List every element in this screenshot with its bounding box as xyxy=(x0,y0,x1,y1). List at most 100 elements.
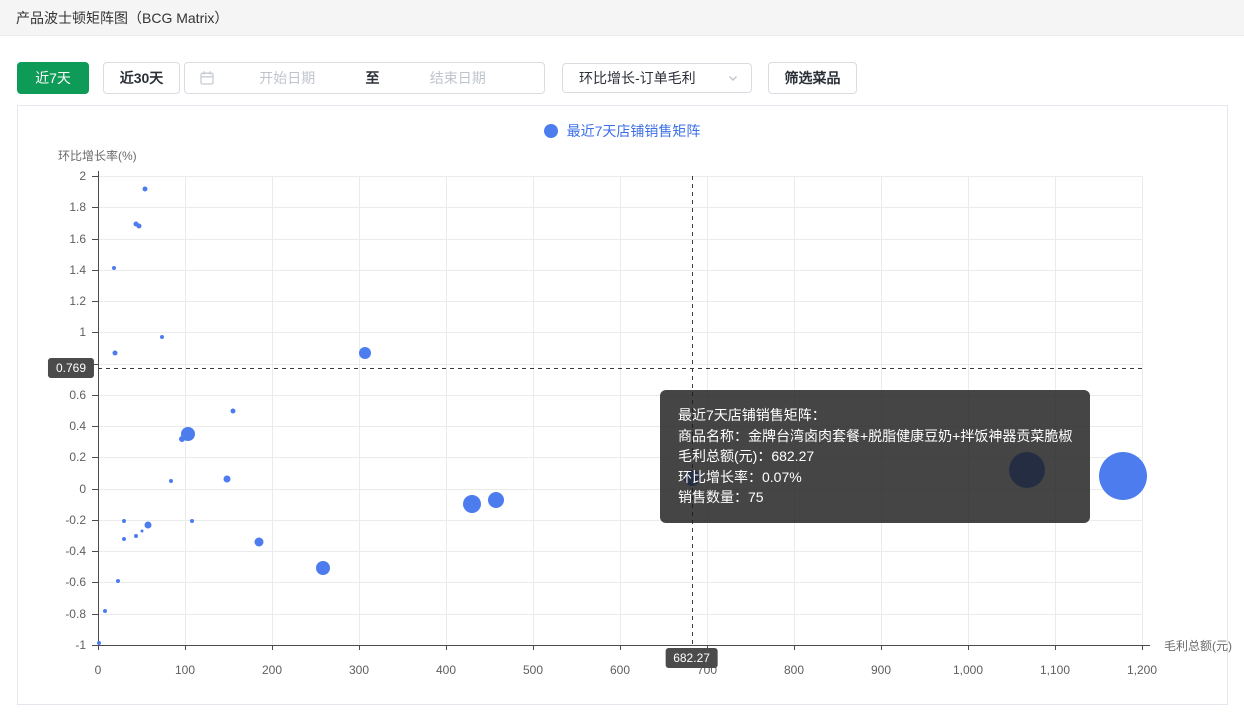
v-gridline xyxy=(1142,176,1143,645)
y-tick-label: 1 xyxy=(79,325,86,340)
y-axis-tick xyxy=(92,457,98,459)
x-axis-tick xyxy=(185,645,186,650)
scatter-point[interactable] xyxy=(1098,452,1147,501)
x-axis-tick xyxy=(881,645,882,650)
legend-marker-icon xyxy=(543,124,558,138)
y-tick-label: 1.4 xyxy=(69,262,86,277)
y-tick-label: 0 xyxy=(79,481,86,496)
scatter-point[interactable] xyxy=(189,519,194,524)
avg-markline-horizontal xyxy=(98,368,1142,370)
x-tick-label: 900 xyxy=(870,663,892,677)
v-gridline xyxy=(533,176,534,645)
y-tick-label: -0.8 xyxy=(65,606,86,621)
v-gridline xyxy=(359,176,360,645)
scatter-point[interactable] xyxy=(487,491,504,508)
scatter-point[interactable] xyxy=(180,426,195,441)
scatter-point[interactable] xyxy=(102,608,107,613)
y-tick-label: -0.2 xyxy=(65,512,86,527)
chart-tooltip: 最近7天店铺销售矩阵： 商品名称：金牌台湾卤肉套餐+脱脂健康豆奶+拌饭神器贡菜脆… xyxy=(660,390,1090,523)
scatter-point[interactable] xyxy=(111,266,116,271)
y-tick-label: 0.4 xyxy=(69,419,86,434)
scatter-point[interactable] xyxy=(96,641,101,646)
y-tick-label: 1.6 xyxy=(69,231,86,246)
y-axis-tick xyxy=(92,488,98,490)
scatter-point[interactable] xyxy=(122,536,127,541)
scatter-point[interactable] xyxy=(159,335,164,340)
scatter-point[interactable] xyxy=(359,346,372,359)
scatter-point[interactable] xyxy=(112,350,118,356)
y-tick-label: 0.2 xyxy=(69,450,86,465)
scatter-point[interactable] xyxy=(116,578,120,583)
scatter-point[interactable] xyxy=(463,495,482,514)
x-axis-tick xyxy=(968,645,969,650)
x-axis-tick xyxy=(620,645,621,650)
x-tick-label: 1,100 xyxy=(1039,663,1071,677)
markline-y-badge: 0.769 xyxy=(47,358,94,379)
tooltip-line-profit: 毛利总额(元)：682.27 xyxy=(678,448,815,465)
y-tick-label: -0.6 xyxy=(65,575,86,590)
x-tick-label: 1,000 xyxy=(952,663,984,677)
scatter-point[interactable] xyxy=(144,521,152,529)
y-tick-label: 1.8 xyxy=(69,200,86,215)
plot-area: 0 100 200 300 400 500 600 700 800 900 1,000 1,100 1,… xyxy=(0,0,1244,719)
x-tick-label: 200 xyxy=(261,663,283,677)
y-axis-tick xyxy=(92,207,98,209)
scatter-point[interactable] xyxy=(169,478,174,483)
scatter-point[interactable] xyxy=(136,223,142,229)
v-gridline xyxy=(185,176,186,645)
y-axis-tick xyxy=(92,519,98,521)
y-axis-tick xyxy=(92,613,98,615)
x-tick-label: 0 xyxy=(94,663,102,677)
x-axis-tick xyxy=(98,645,99,650)
v-gridline xyxy=(272,176,273,645)
x-axis-line xyxy=(98,645,1150,646)
x-tick-label: 1,200 xyxy=(1126,663,1158,677)
x-tick-label: 100 xyxy=(174,663,196,677)
scatter-point[interactable] xyxy=(254,537,264,547)
x-tick-label: 400 xyxy=(435,663,457,677)
y-tick-label: 1.2 xyxy=(69,294,86,309)
v-gridline xyxy=(620,176,621,645)
y-tick-label: -0.4 xyxy=(65,544,86,559)
y-axis-tick xyxy=(92,551,98,553)
scatter-point[interactable] xyxy=(140,529,144,533)
x-axis-tick xyxy=(533,645,534,650)
x-axis-tick xyxy=(794,645,795,650)
y-axis-tick xyxy=(92,394,98,396)
x-tick-label: 600 xyxy=(609,663,631,677)
scatter-point[interactable] xyxy=(223,475,231,483)
x-axis-tick xyxy=(446,645,447,650)
y-tick-label: -1 xyxy=(75,638,86,652)
tooltip-line-quantity: 销售数量：75 xyxy=(678,489,764,506)
y-axis-tick xyxy=(92,176,98,177)
scatter-point[interactable] xyxy=(142,186,148,191)
y-tick-label: 2 xyxy=(79,169,86,183)
v-gridline xyxy=(446,176,447,645)
y-axis-tick xyxy=(92,269,98,271)
page: 产品波士顿矩阵图（BCG Matrix） 近7天 近30天 开始日期 至 结束日… xyxy=(0,0,1244,719)
x-axis-tick xyxy=(1055,645,1056,650)
legend-item[interactable]: 最近7天店铺销售矩阵 xyxy=(0,121,1244,141)
y-axis-tick xyxy=(92,301,98,303)
legend-label: 最近7天店铺销售矩阵 xyxy=(566,123,701,139)
x-tick-label: 500 xyxy=(522,663,544,677)
scatter-point[interactable] xyxy=(316,561,331,576)
y-axis-tick xyxy=(92,238,98,240)
x-axis-tick xyxy=(272,645,273,650)
tooltip-line-product: 商品名称：金牌台湾卤肉套餐+脱脂健康豆奶+拌饭神器贡菜脆椒 xyxy=(678,427,1073,444)
scatter-point[interactable] xyxy=(134,533,139,538)
x-tick-label: 800 xyxy=(783,663,805,677)
y-tick-label: 0.6 xyxy=(69,387,86,402)
y-axis-tick xyxy=(92,426,98,428)
y-axis-line xyxy=(98,171,99,646)
tooltip-line-growth: 环比增长率：0.07% xyxy=(678,468,802,485)
x-tick-label: 300 xyxy=(348,663,370,677)
y-axis-tick xyxy=(92,332,98,334)
x-axis-tick xyxy=(1142,645,1143,650)
scatter-point[interactable] xyxy=(122,519,127,524)
markline-x-badge: 682.27 xyxy=(665,648,718,668)
y-axis-tick xyxy=(92,582,98,584)
tooltip-title: 最近7天店铺销售矩阵： xyxy=(678,407,826,423)
x-axis-tick xyxy=(359,645,360,650)
scatter-point[interactable] xyxy=(230,408,236,413)
